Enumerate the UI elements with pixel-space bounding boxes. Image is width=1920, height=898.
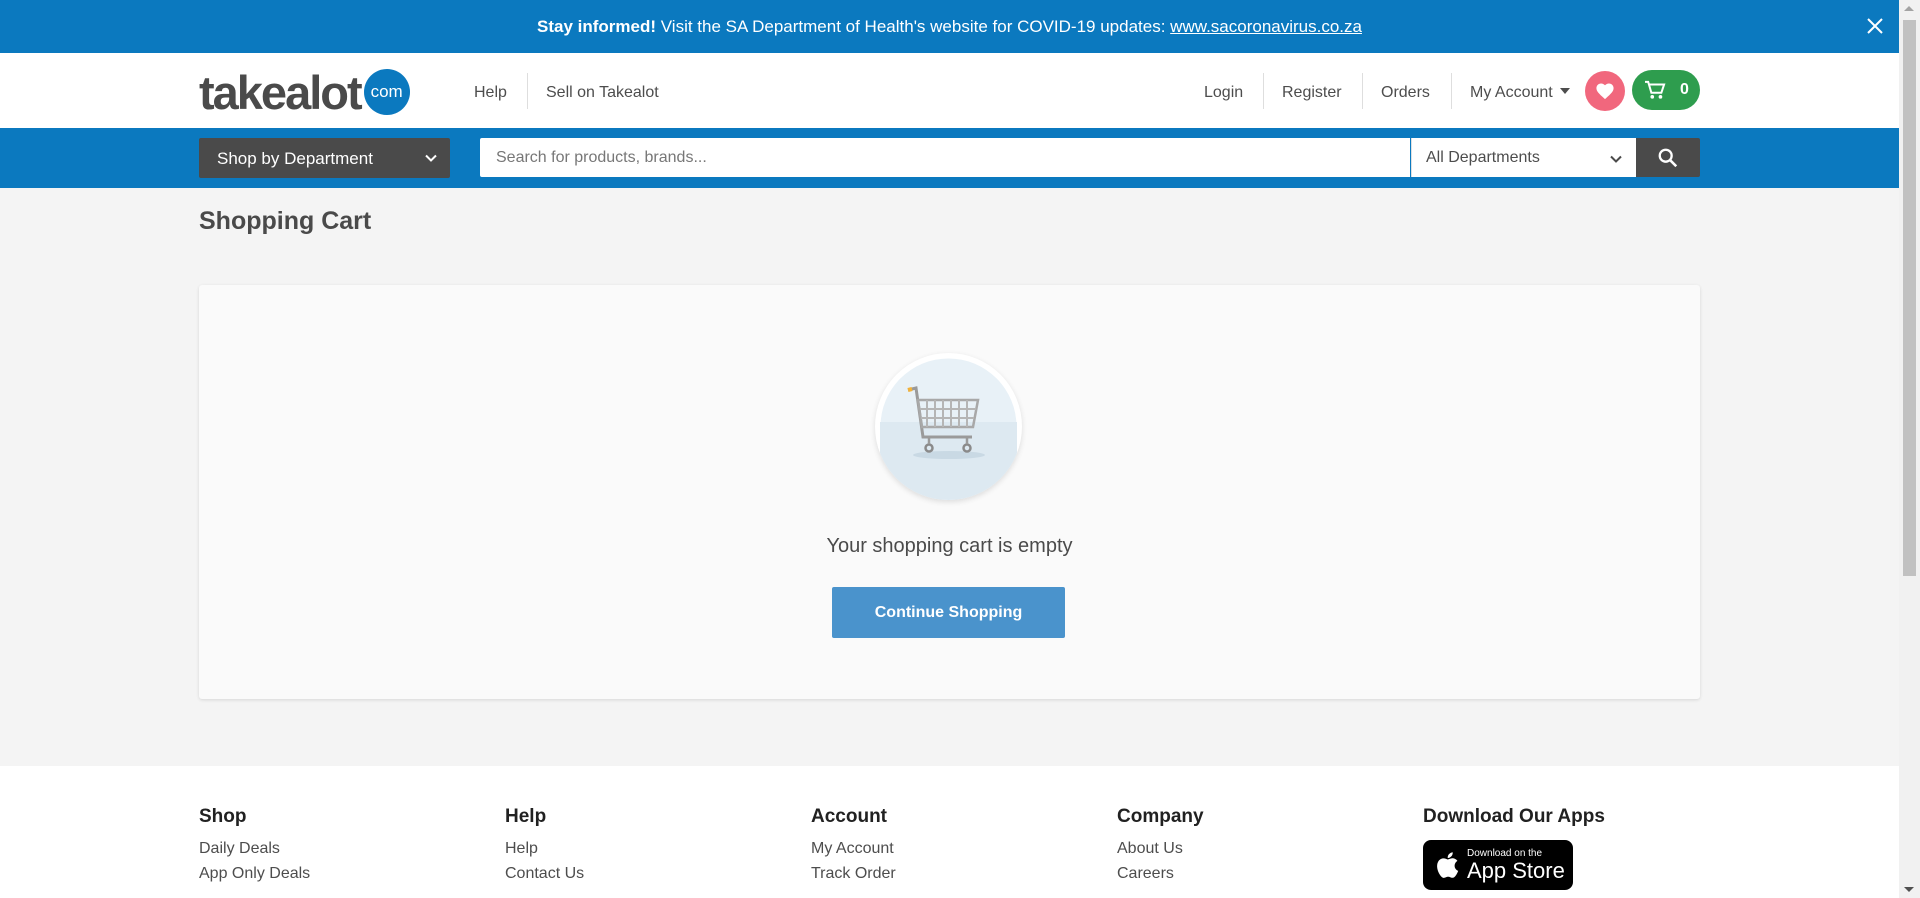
footer-heading: Help bbox=[505, 806, 547, 827]
apple-icon bbox=[1437, 852, 1459, 878]
nav-divider bbox=[1362, 73, 1363, 109]
page-title: Shopping Cart bbox=[199, 207, 372, 235]
takealot-logo[interactable]: takealot com bbox=[199, 67, 410, 117]
cart-icon bbox=[1645, 80, 1666, 99]
notice-bold: Stay informed! bbox=[537, 17, 657, 36]
chevron-down-icon bbox=[1610, 155, 1622, 163]
footer-link-contact-us[interactable]: Contact Us bbox=[505, 865, 584, 883]
nav-help[interactable]: Help bbox=[474, 84, 507, 102]
footer-column-company: Company About Us Careers bbox=[1117, 806, 1204, 890]
site-footer: Shop Daily Deals App Only Deals Help Hel… bbox=[0, 766, 1899, 898]
nav-orders[interactable]: Orders bbox=[1381, 84, 1430, 102]
footer-column-apps: Download Our Apps Download on the App St… bbox=[1423, 806, 1605, 890]
nav-divider bbox=[527, 73, 528, 109]
department-select-value: All Departments bbox=[1426, 149, 1540, 166]
nav-divider bbox=[1451, 73, 1452, 109]
heart-icon bbox=[1596, 83, 1614, 100]
footer-link-my-account[interactable]: My Account bbox=[811, 840, 896, 858]
footer-column-shop: Shop Daily Deals App Only Deals bbox=[199, 806, 310, 890]
search-input[interactable] bbox=[480, 138, 1410, 177]
search-icon bbox=[1658, 148, 1678, 167]
nav-register[interactable]: Register bbox=[1282, 84, 1342, 102]
footer-link-careers[interactable]: Careers bbox=[1117, 865, 1204, 883]
footer-link-track-order[interactable]: Track Order bbox=[811, 865, 896, 883]
notice-link[interactable]: www.sacoronavirus.co.za bbox=[1170, 17, 1362, 36]
nav-login[interactable]: Login bbox=[1204, 84, 1243, 102]
close-icon[interactable] bbox=[1863, 14, 1887, 38]
department-button-label: Shop by Department bbox=[217, 149, 373, 168]
footer-link-app-only-deals[interactable]: App Only Deals bbox=[199, 865, 310, 883]
cart-count: 0 bbox=[1680, 81, 1689, 98]
footer-heading: Download Our Apps bbox=[1423, 806, 1605, 827]
app-store-text: Download on the App Store bbox=[1467, 847, 1565, 883]
caret-down-icon bbox=[1559, 88, 1570, 94]
footer-column-account: Account My Account Track Order bbox=[811, 806, 896, 890]
nav-sell-on-takealot[interactable]: Sell on Takealot bbox=[546, 84, 659, 102]
empty-cart-card: Your shopping cart is empty Continue Sho… bbox=[199, 285, 1700, 699]
footer-column-help: Help Help Contact Us bbox=[505, 806, 584, 890]
app-store-badge[interactable]: Download on the App Store bbox=[1423, 840, 1573, 890]
logo-wordmark: takealot bbox=[199, 65, 363, 119]
empty-cart-message: Your shopping cart is empty bbox=[826, 535, 1073, 557]
wishlist-button[interactable] bbox=[1585, 71, 1625, 111]
empty-cart-icon bbox=[875, 353, 1022, 500]
scroll-up-arrow-icon[interactable] bbox=[1904, 6, 1914, 11]
shop-by-department-button[interactable]: Shop by Department bbox=[199, 138, 450, 178]
nav-divider bbox=[1263, 73, 1264, 109]
app-store-small: Download on the bbox=[1467, 847, 1543, 859]
logo-com-badge: com bbox=[363, 69, 410, 115]
search-button[interactable] bbox=[1636, 138, 1700, 177]
covid-notice-banner: Stay informed! Visit the SA Department o… bbox=[0, 0, 1899, 53]
page-scrollbar[interactable] bbox=[1899, 0, 1920, 898]
footer-heading: Shop bbox=[199, 806, 247, 827]
footer-link-about-us[interactable]: About Us bbox=[1117, 840, 1204, 858]
notice-body: Visit the SA Department of Health's webs… bbox=[656, 17, 1171, 36]
app-store-big: App Store bbox=[1467, 857, 1565, 883]
my-account-label: My Account bbox=[1470, 84, 1553, 101]
footer-heading: Company bbox=[1117, 806, 1204, 827]
continue-shopping-button[interactable]: Continue Shopping bbox=[832, 587, 1065, 638]
my-account-dropdown[interactable]: My Account bbox=[1470, 84, 1570, 102]
scroll-down-arrow-icon[interactable] bbox=[1904, 887, 1914, 892]
cart-button[interactable]: 0 bbox=[1632, 70, 1700, 110]
chevron-down-icon bbox=[425, 154, 437, 162]
footer-heading: Account bbox=[811, 806, 887, 827]
scrollbar-thumb[interactable] bbox=[1903, 20, 1916, 576]
site-header: takealot com Help Sell on Takealot Login… bbox=[0, 53, 1899, 128]
notice-text: Stay informed! Visit the SA Department o… bbox=[0, 17, 1899, 37]
page: Stay informed! Visit the SA Department o… bbox=[0, 0, 1899, 898]
search-bar: Shop by Department All Departments bbox=[0, 128, 1899, 188]
department-select[interactable]: All Departments bbox=[1411, 138, 1637, 177]
footer-link-help[interactable]: Help bbox=[505, 840, 584, 858]
footer-link-daily-deals[interactable]: Daily Deals bbox=[199, 840, 310, 858]
